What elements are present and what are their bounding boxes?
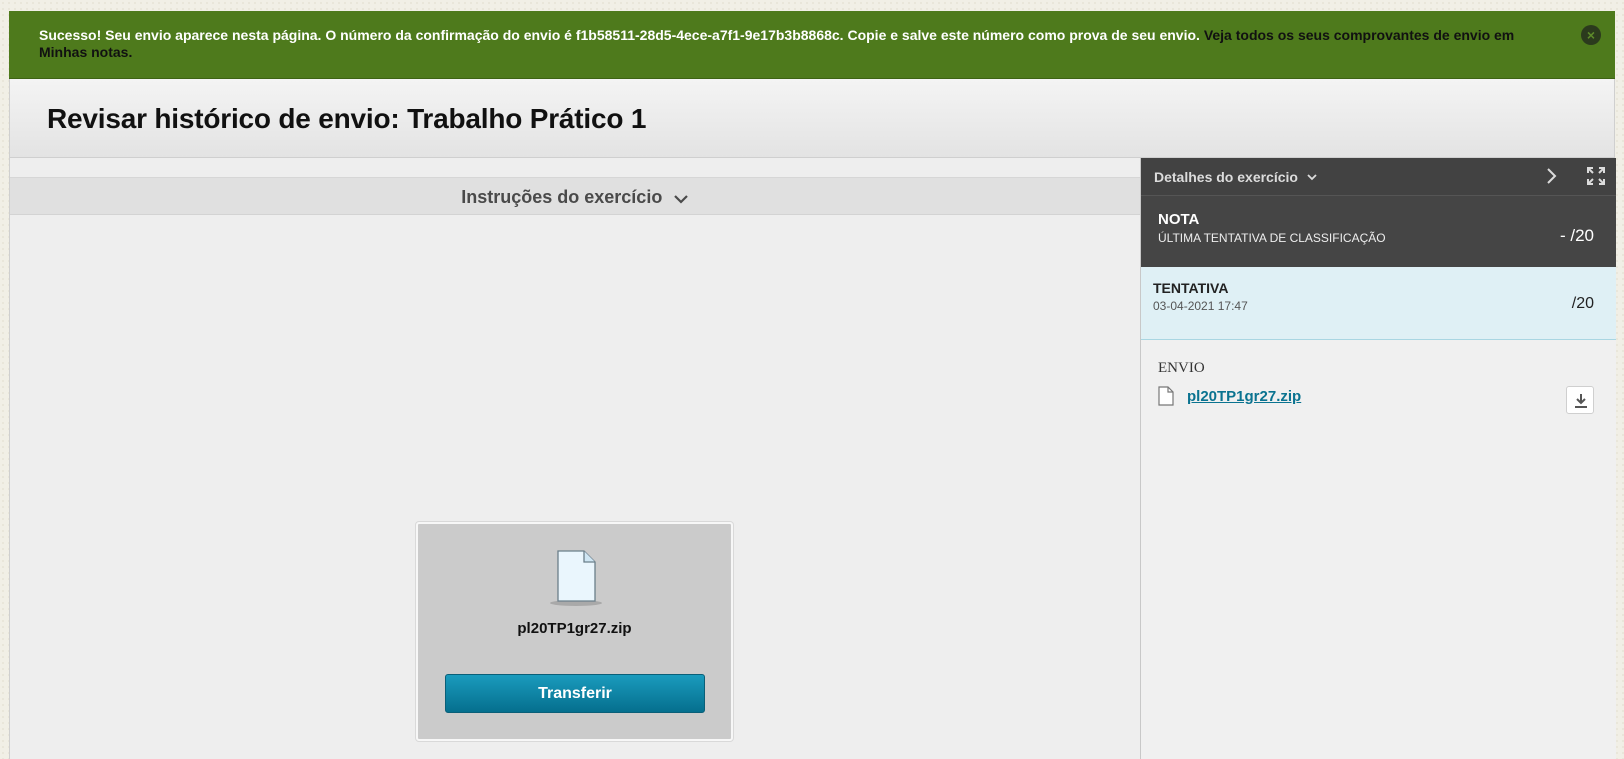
attempt-score: /20 bbox=[1571, 295, 1594, 312]
details-dropdown[interactable]: Detalhes do exercício bbox=[1154, 168, 1317, 185]
submission-section: ENVIO pl20TP1gr27.zip bbox=[1141, 340, 1616, 540]
file-document-icon bbox=[549, 549, 603, 607]
chevron-down-icon bbox=[1307, 168, 1317, 184]
submission-label: ENVIO bbox=[1158, 360, 1205, 376]
close-icon[interactable]: × bbox=[1581, 25, 1601, 45]
grade-score: - /20 bbox=[1559, 226, 1594, 245]
grade-section: NOTA ÚLTIMA TENTATIVA DE CLASSIFICAÇÃO -… bbox=[1141, 196, 1616, 267]
success-banner: Sucesso! Seu envio aparece nesta página.… bbox=[9, 11, 1615, 79]
file-preview-card: pl20TP1gr27.zip Transferir bbox=[416, 522, 733, 741]
page-header: Revisar histórico de envio: Trabalho Prá… bbox=[10, 79, 1614, 158]
instructions-label: Instruções do exercício bbox=[461, 187, 663, 207]
content-area: Instruções do exercício pl20TP1gr27.zip … bbox=[10, 158, 1140, 759]
attempt-label: TENTATIVA bbox=[1153, 280, 1229, 296]
chevron-down-icon bbox=[673, 192, 689, 210]
grade-sublabel: ÚLTIMA TENTATIVA DE CLASSIFICAÇÃO bbox=[1158, 231, 1386, 245]
file-name: pl20TP1gr27.zip bbox=[517, 620, 632, 637]
attempt-date: 03-04-2021 17:47 bbox=[1153, 299, 1248, 313]
file-icon bbox=[1158, 386, 1174, 411]
expand-icon[interactable] bbox=[1586, 166, 1606, 191]
attempt-row[interactable]: TENTATIVA 03-04-2021 17:47 /20 bbox=[1141, 267, 1616, 340]
chevron-right-icon[interactable] bbox=[1546, 167, 1558, 190]
details-header: Detalhes do exercício bbox=[1141, 158, 1616, 196]
details-title: Detalhes do exercício bbox=[1154, 169, 1298, 185]
instructions-toggle[interactable]: Instruções do exercício bbox=[10, 177, 1140, 215]
submission-file-link[interactable]: pl20TP1gr27.zip bbox=[1187, 388, 1301, 405]
grade-label: NOTA bbox=[1158, 211, 1200, 228]
transfer-button[interactable]: Transferir bbox=[445, 674, 705, 713]
banner-message: Sucesso! Seu envio aparece nesta página.… bbox=[39, 27, 1204, 43]
page-title: Revisar histórico de envio: Trabalho Prá… bbox=[47, 103, 647, 134]
main-panel: Revisar histórico de envio: Trabalho Prá… bbox=[9, 79, 1616, 759]
assignment-details-panel: Detalhes do exercício NOTA ÚLTIMA TENTAT… bbox=[1140, 158, 1616, 759]
download-button[interactable] bbox=[1566, 386, 1594, 414]
